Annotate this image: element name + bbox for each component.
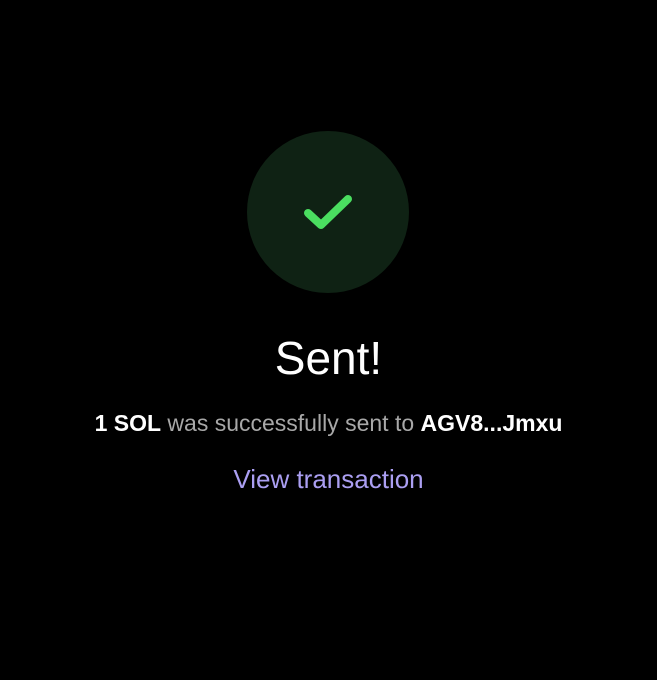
checkmark-icon [304,195,352,229]
sent-amount: 1 SOL [94,410,162,436]
message-text: was successfully sent to [167,410,415,436]
view-transaction-link[interactable]: View transaction [0,463,657,495]
page-title: Sent! [274,332,383,384]
recipient-address: AGV8...Jmxu [420,410,563,436]
success-message: 1 SOL was successfully sent to AGV8...Jm… [0,408,657,438]
success-badge [247,131,409,293]
send-success-screen: Sent! 1 SOL was successfully sent to AGV… [0,0,657,680]
